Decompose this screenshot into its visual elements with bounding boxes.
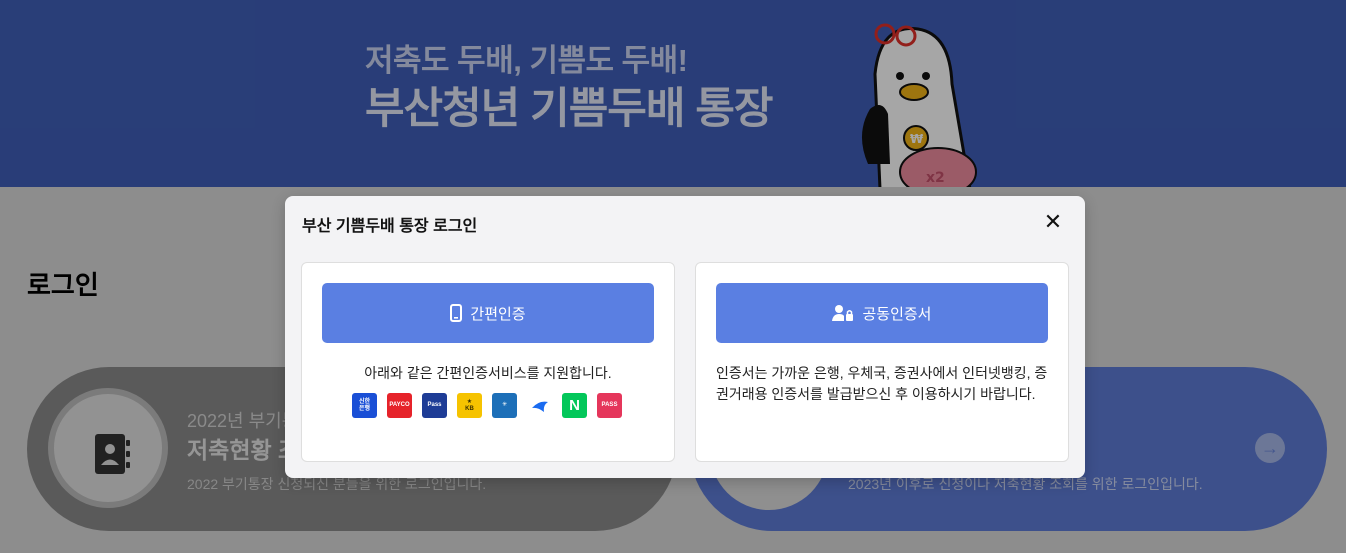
simple-auth-button[interactable]: 간편인증 bbox=[322, 283, 654, 343]
certificate-auth-panel: 공동인증서 인증서는 가까운 은행, 우체국, 증권사에서 인터넷뱅킹, 증권거… bbox=[695, 262, 1069, 462]
certificate-auth-description: 인증서는 가까운 은행, 우체국, 증권사에서 인터넷뱅킹, 증권거래용 인증서… bbox=[716, 365, 1048, 402]
samsung-pass-logo-icon[interactable]: Pass bbox=[422, 393, 447, 418]
provider-list: 신한 은행 PAYCO Pass ★ KB ✳ N PASS bbox=[352, 393, 622, 418]
smartphone-icon bbox=[450, 304, 463, 322]
pass-logo-icon[interactable]: PASS bbox=[597, 393, 622, 418]
close-button[interactable]: ✕ bbox=[1041, 210, 1065, 234]
modal-title: 부산 기쁨두배 통장 로그인 bbox=[302, 218, 478, 235]
simple-auth-label: 간편인증 bbox=[470, 305, 526, 323]
login-modal: 부산 기쁨두배 통장 로그인 ✕ 간편인증 아래와 같은 간편인증서비스를 지원… bbox=[285, 196, 1085, 478]
certificate-auth-label: 공동인증서 bbox=[862, 305, 932, 323]
shinhan-logo-icon[interactable]: 신한 은행 bbox=[352, 393, 377, 418]
toss-logo-icon[interactable] bbox=[527, 393, 552, 418]
payco-logo-icon[interactable]: PAYCO bbox=[387, 393, 412, 418]
kb-bank-logo-icon[interactable]: ★ KB bbox=[457, 393, 482, 418]
naver-logo-icon[interactable]: N bbox=[562, 393, 587, 418]
certificate-auth-button[interactable]: 공동인증서 bbox=[716, 283, 1048, 343]
simple-auth-panel: 간편인증 아래와 같은 간편인증서비스를 지원합니다. 신한 은행 PAYCO P… bbox=[301, 262, 675, 462]
simple-auth-description: 아래와 같은 간편인증서비스를 지원합니다. bbox=[364, 365, 612, 381]
gov-auth-logo-icon[interactable]: ✳ bbox=[492, 393, 517, 418]
user-lock-icon bbox=[832, 305, 854, 321]
